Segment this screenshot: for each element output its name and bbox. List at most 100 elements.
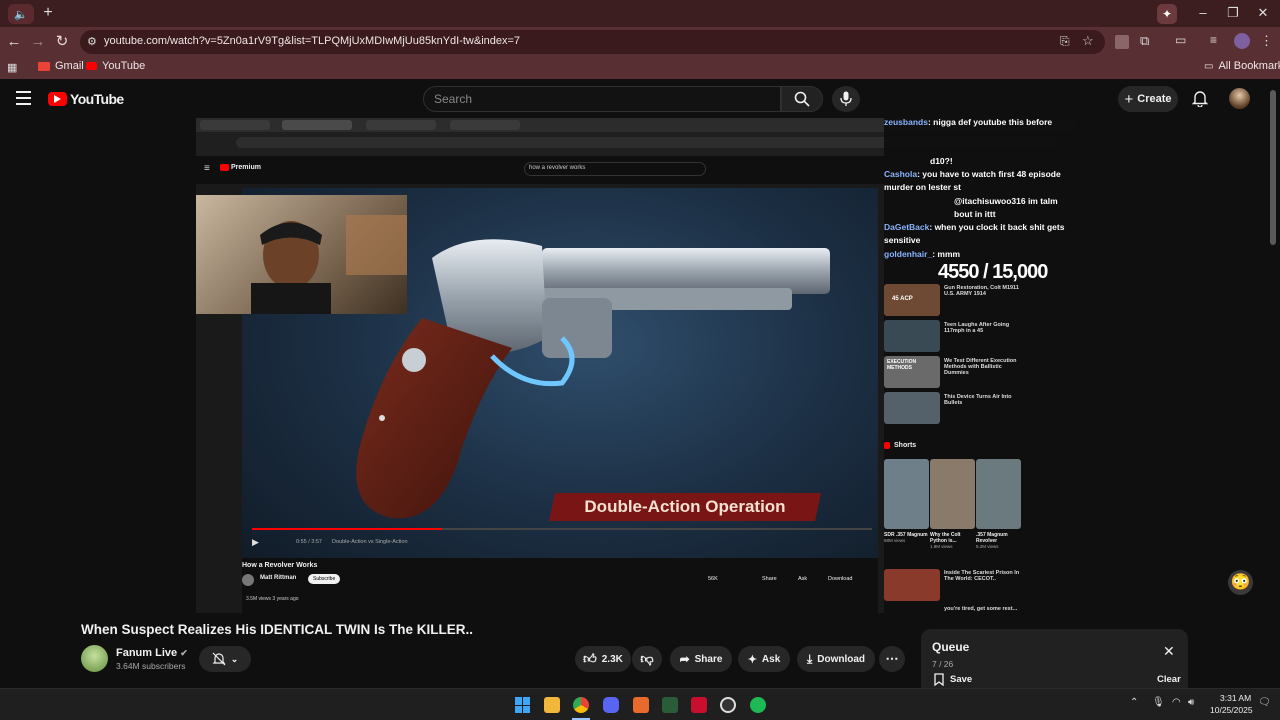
install-app-icon[interactable]: ⎘	[1060, 34, 1070, 49]
reload-icon[interactable]: ↻	[52, 32, 72, 52]
hamburger-menu-icon[interactable]	[16, 91, 31, 105]
side-video-item: EXECUTION METHODS We Test Different Exec…	[884, 356, 1024, 390]
shorts-icon	[884, 442, 890, 449]
side-video-title: you're tired, get some rest...	[944, 606, 1018, 612]
stream-search-text: how a revolver works	[529, 165, 586, 171]
media-player-icon[interactable]	[691, 697, 707, 713]
side-video-title: Teen Laughs After Going 117mph in a 45	[944, 322, 1010, 334]
dislike-button[interactable]: 👎︎	[632, 646, 662, 672]
video-title: When Suspect Realizes His IDENTICAL TWIN…	[81, 622, 474, 637]
reading-list-icon[interactable]: ▭	[1175, 33, 1186, 47]
wifi-icon[interactable]: ◠	[1172, 697, 1181, 708]
stream-channel-avatar	[242, 574, 254, 586]
stream-video-info: How a Revolver Works Matt Rittman Subscr…	[242, 558, 878, 613]
short-views: 5.2M views	[976, 544, 999, 549]
forward-icon[interactable]: →	[28, 32, 48, 52]
short-item: Why the Colt Python is... 1.9M views	[930, 459, 975, 559]
channel-name[interactable]: Fanum Live ✔	[116, 647, 188, 659]
minimize-button[interactable]: –	[1188, 3, 1218, 23]
emoji-reaction-button[interactable]: 😳	[1228, 570, 1253, 595]
stream-ask: Ask	[798, 576, 808, 582]
discord-icon[interactable]	[603, 697, 619, 713]
queue-title: Queue	[932, 640, 970, 654]
browser-toolbar: ← → ↻ ⚙ youtube.com/watch?v=5Zn0a1rV9Tg&…	[0, 27, 1280, 57]
sub-goal-counter: 4550 / 15,000	[938, 261, 1048, 283]
channel-name-text: Fanum Live	[116, 647, 178, 659]
queue-position: 7 / 26	[932, 659, 954, 669]
stream-player-controls: ▶ 0:55 / 3:57 Double-Action vs Single-Ac…	[242, 528, 878, 554]
share-button[interactable]: ➦ Share	[670, 646, 732, 672]
extension-icon[interactable]	[1115, 35, 1129, 49]
search-input[interactable]: Search	[423, 86, 781, 112]
chrome-icon[interactable]	[573, 697, 589, 713]
address-bar[interactable]: ⚙ youtube.com/watch?v=5Zn0a1rV9Tg&list=T…	[80, 30, 1105, 54]
shorts-label: Shorts	[894, 442, 917, 449]
stream-play-icon: ▶	[252, 537, 259, 547]
spotify-icon[interactable]	[750, 697, 766, 713]
bookmark-youtube[interactable]: YouTube	[86, 60, 145, 72]
download-button[interactable]: ⤓ Download	[797, 646, 875, 672]
more-actions-button[interactable]: ⋯	[879, 646, 905, 672]
obs-icon[interactable]	[720, 697, 736, 713]
back-icon[interactable]: ←	[4, 32, 24, 52]
stream-likes: 56K	[708, 576, 718, 582]
close-queue-button[interactable]: ✕	[1163, 643, 1175, 660]
search-button[interactable]	[781, 86, 823, 112]
windows-start-icon[interactable]	[515, 697, 531, 713]
like-button[interactable]: 👍︎ 2.3K	[575, 646, 631, 672]
clear-queue-button[interactable]: Clear	[1157, 674, 1181, 685]
channel-avatar[interactable]	[81, 645, 108, 672]
clock-date[interactable]: 10/25/2025	[1210, 705, 1253, 715]
file-explorer-icon[interactable]	[544, 697, 560, 713]
subscribed-notifications-button[interactable]: ⌄	[199, 646, 251, 672]
chrome-menu-icon[interactable]: ⋮	[1260, 33, 1273, 49]
youtube-logo-text: YouTube	[70, 91, 124, 107]
all-bookmarks[interactable]: ▭ All Bookmarks	[1204, 60, 1280, 72]
stream-channel-name: Matt Rittman	[260, 575, 297, 581]
extensions-puzzle-icon[interactable]: ⧉	[1140, 33, 1149, 49]
notifications-bell-icon[interactable]	[1192, 89, 1208, 107]
shorts-header: Shorts	[884, 442, 916, 449]
ask-button[interactable]: ✦ Ask	[738, 646, 790, 672]
tray-overflow-icon[interactable]: ⌃	[1130, 697, 1138, 708]
bookmark-star-icon[interactable]: ☆	[1082, 33, 1094, 49]
close-window-button[interactable]: ✕	[1248, 3, 1278, 23]
account-avatar[interactable]	[1229, 88, 1250, 109]
chat-username: Cashola	[884, 169, 918, 179]
maximize-button[interactable]: ❐	[1218, 3, 1248, 23]
save-queue-button[interactable]: Save	[934, 673, 972, 686]
tab-speaker-icon[interactable]: 🔈	[8, 4, 34, 24]
microphone-tray-icon[interactable]: 🎙︎	[1152, 697, 1165, 708]
new-tab-button[interactable]: +	[38, 3, 58, 23]
side-video-item: 45 ACP Gun Restoration, Colt M1911 U.S. …	[884, 284, 1024, 318]
page-scrollbar[interactable]	[1270, 84, 1276, 684]
stream-menu-icon: ≡	[204, 163, 210, 174]
side-video-item: This Device Turns Air Into Bullets	[884, 392, 1024, 426]
bookmark-gmail[interactable]: Gmail	[38, 60, 84, 72]
stream-premium-logo: Premium	[220, 164, 261, 171]
media-controls-icon[interactable]: ≡	[1210, 33, 1217, 47]
gemini-icon[interactable]: ✦	[1157, 4, 1177, 24]
clock-time[interactable]: 3:31 AM	[1220, 693, 1251, 703]
youtube-logo[interactable]: YouTube	[48, 91, 124, 107]
stream-chapter: Double-Action vs Single-Action	[332, 539, 408, 545]
short-item: .357 Magnum Revolver 5.2M views	[976, 459, 1021, 559]
video-player[interactable]: ≡ Premium how a revolver works Double-Ac…	[196, 118, 1074, 613]
site-info-icon[interactable]: ⚙	[87, 35, 97, 48]
notification-center-icon[interactable]: 🗨︎	[1258, 697, 1271, 708]
create-button[interactable]: + Create	[1118, 86, 1178, 112]
youtube-play-icon	[48, 92, 67, 106]
terminal-icon[interactable]	[662, 697, 678, 713]
app-icon[interactable]	[633, 697, 649, 713]
apps-grid-icon[interactable]: ▦	[7, 61, 17, 74]
share-label: Share	[694, 653, 723, 665]
verified-icon: ✔	[180, 648, 188, 658]
chat-text: d10?!	[930, 156, 953, 166]
profile-avatar[interactable]	[1234, 33, 1250, 49]
volume-icon[interactable]: 🔊︎	[1188, 697, 1194, 708]
gmail-icon	[38, 61, 50, 71]
short-item: SDR .357 Magnum 88M views	[884, 459, 929, 559]
create-label: Create	[1137, 93, 1172, 105]
thumbs-down-icon: 👎︎	[640, 651, 654, 666]
voice-search-button[interactable]	[832, 86, 860, 112]
